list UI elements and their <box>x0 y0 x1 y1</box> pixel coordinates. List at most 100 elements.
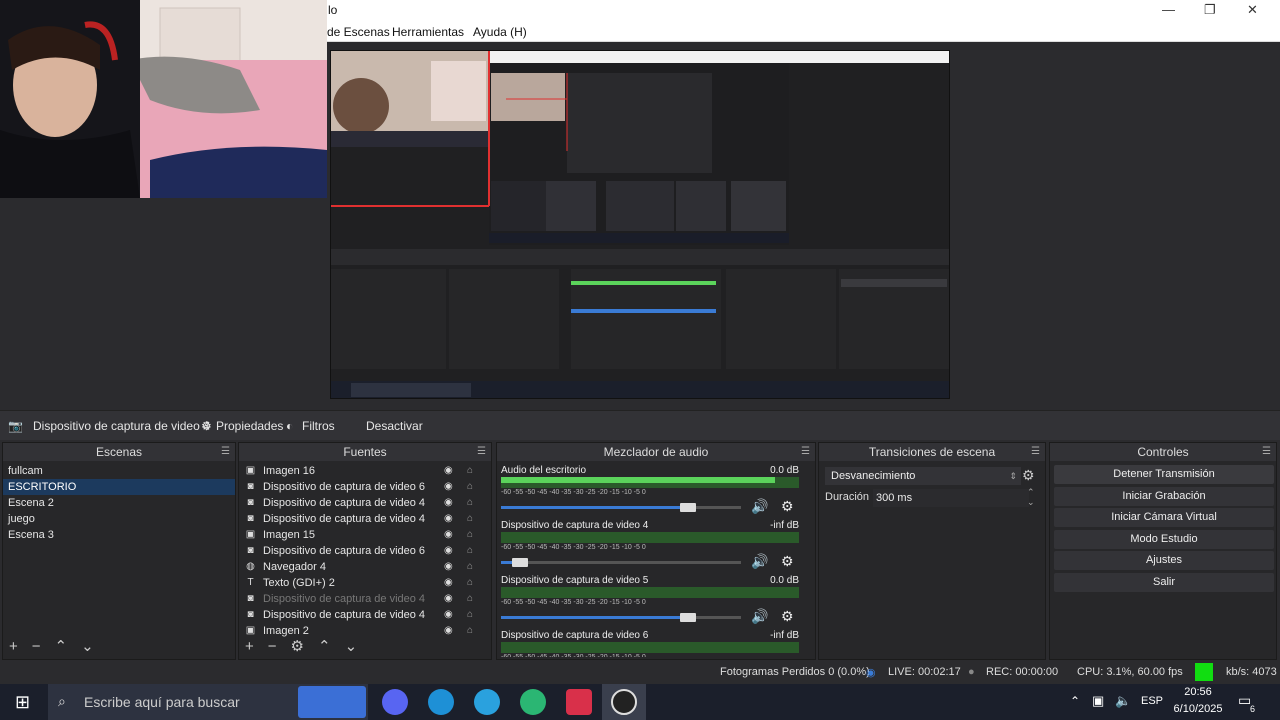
source-item[interactable]: ◙ Dispositivo de captura de video 4 ◉ ⌂ <box>239 607 491 623</box>
studio-mode-button[interactable]: Modo Estudio <box>1054 530 1274 549</box>
source-item[interactable]: ▣ Imagen 16 ◉ ⌂ <box>239 463 491 479</box>
source-item[interactable]: ◙ Dispositivo de captura de video 4 ◉ ⌂ <box>239 495 491 511</box>
scenes-toolbar: + − ⌃ ⌄ <box>9 637 108 655</box>
source-item[interactable]: T Texto (GDI+) 2 ◉ ⌂ <box>239 575 491 591</box>
add-icon[interactable]: + <box>245 638 254 655</box>
dock-menu-icon[interactable]: ☰ <box>801 443 810 461</box>
dock-menu-icon[interactable]: ☰ <box>1031 443 1040 461</box>
deactivate-button[interactable]: Desactivar <box>366 419 423 433</box>
channel-name: Audio del escritorio <box>501 465 587 476</box>
eye-icon[interactable]: ◉ <box>444 527 453 543</box>
dock-menu-icon[interactable]: ☰ <box>477 443 486 461</box>
telegram-icon[interactable] <box>474 689 500 715</box>
eye-icon[interactable]: ◉ <box>444 479 453 495</box>
scene-item[interactable]: Escena 3 <box>3 527 235 543</box>
edge-icon[interactable] <box>428 689 454 715</box>
app-red-icon[interactable] <box>566 689 592 715</box>
start-virtual-camera-button[interactable]: Iniciar Cámara Virtual <box>1054 508 1274 527</box>
exit-button[interactable]: Salir <box>1054 573 1274 592</box>
remove-icon[interactable]: − <box>268 638 277 655</box>
properties-button[interactable]: Propiedades <box>216 419 283 433</box>
lock-icon[interactable]: ⌂ <box>467 511 473 527</box>
chevron-up-icon[interactable]: ⌃ <box>1070 694 1080 708</box>
menu-item-scenes[interactable]: de Escenas <box>327 25 390 39</box>
down-icon[interactable]: ⌄ <box>81 638 94 655</box>
speaker-icon[interactable]: 🔊 <box>751 498 768 515</box>
source-item[interactable]: ◙ Dispositivo de captura de video 6 ◉ ⌂ <box>239 543 491 559</box>
volume-slider-knob[interactable] <box>512 558 529 567</box>
volume-slider[interactable] <box>501 503 741 512</box>
dock-menu-icon[interactable]: ☰ <box>1262 443 1271 461</box>
lock-icon[interactable]: ⌂ <box>467 463 473 479</box>
gear-icon[interactable]: ⚙ <box>1022 467 1035 484</box>
gear-icon[interactable]: ⚙ <box>781 608 794 625</box>
lock-icon[interactable]: ⌂ <box>467 575 473 591</box>
windows-start-icon[interactable]: ⊞ <box>15 692 30 713</box>
scene-item[interactable]: fullcam <box>3 463 235 479</box>
source-item[interactable]: ◙ Dispositivo de captura de video 4 ◉ ⌂ <box>239 511 491 527</box>
up-icon[interactable]: ⌃ <box>318 638 331 655</box>
network-icon[interactable]: ▣ <box>1092 693 1104 709</box>
menu-item-help[interactable]: Ayuda (H) <box>473 25 527 39</box>
down-icon[interactable]: ⌄ <box>345 638 358 655</box>
speaker-icon[interactable]: 🔊 <box>751 608 768 625</box>
edge-dev-icon[interactable] <box>520 689 546 715</box>
volume-slider-knob[interactable] <box>680 503 697 512</box>
source-item[interactable]: ◙ Dispositivo de captura de video 4 ◉ ⌂ <box>239 591 491 607</box>
lock-icon[interactable]: ⌂ <box>467 495 473 511</box>
eye-icon[interactable]: ◉ <box>444 591 453 607</box>
spinner-icon[interactable]: ⌃ ⌄ <box>1027 487 1035 507</box>
source-item[interactable]: ◙ Dispositivo de captura de video 6 ◉ ⌂ <box>239 479 491 495</box>
lock-icon[interactable]: ⌂ <box>467 623 473 639</box>
start-recording-button[interactable]: Iniciar Grabación <box>1054 487 1274 506</box>
menu-item-tools[interactable]: Herramientas <box>392 25 464 39</box>
volume-icon[interactable]: 🔈 <box>1115 693 1131 709</box>
discord-icon[interactable] <box>382 689 408 715</box>
remove-icon[interactable]: − <box>32 638 41 655</box>
gear-icon[interactable]: ⚙ <box>291 638 304 655</box>
eye-icon[interactable]: ◉ <box>444 511 453 527</box>
lock-icon[interactable]: ⌂ <box>467 559 473 575</box>
eye-icon[interactable]: ◉ <box>444 623 453 639</box>
language-indicator[interactable]: ESP <box>1141 695 1163 707</box>
lock-icon[interactable]: ⌂ <box>467 607 473 623</box>
source-name: Texto (GDI+) 2 <box>263 577 335 589</box>
clock-date[interactable]: 6/10/2025 <box>1168 703 1228 715</box>
speaker-icon[interactable]: 🔊 <box>751 553 768 570</box>
scene-item[interactable]: juego <box>3 511 235 527</box>
stop-streaming-button[interactable]: Detener Transmisión <box>1054 465 1274 484</box>
lock-icon[interactable]: ⌂ <box>467 527 473 543</box>
lock-icon[interactable]: ⌂ <box>467 543 473 559</box>
eye-icon[interactable]: ◉ <box>444 607 453 623</box>
settings-button[interactable]: Ajustes <box>1054 551 1274 570</box>
volume-slider[interactable] <box>501 558 741 567</box>
gear-icon[interactable]: ⚙ <box>781 498 794 515</box>
maximize-button[interactable]: ❐ <box>1204 2 1216 18</box>
minimize-button[interactable]: — <box>1162 2 1175 17</box>
dock-menu-icon[interactable]: ☰ <box>221 443 230 461</box>
close-button[interactable]: ✕ <box>1247 2 1258 18</box>
lock-icon[interactable]: ⌂ <box>467 591 473 607</box>
obs-taskbar-active[interactable] <box>602 684 646 720</box>
eye-icon[interactable]: ◉ <box>444 575 453 591</box>
up-icon[interactable]: ⌃ <box>55 638 68 655</box>
duration-input[interactable]: 300 ms <box>873 489 1029 507</box>
volume-slider-knob[interactable] <box>680 613 697 622</box>
volume-slider[interactable] <box>501 613 741 622</box>
preview-canvas[interactable] <box>330 50 950 399</box>
eye-icon[interactable]: ◉ <box>444 559 453 575</box>
transition-select[interactable]: Desvanecimiento ⇕ <box>825 467 1021 485</box>
eye-icon[interactable]: ◉ <box>444 543 453 559</box>
eye-icon[interactable]: ◉ <box>444 495 453 511</box>
gear-icon[interactable]: ⚙ <box>781 553 794 570</box>
source-item[interactable]: ▣ Imagen 15 ◉ ⌂ <box>239 527 491 543</box>
taskbar-search[interactable]: ⌕ Escribe aquí para buscar <box>48 684 368 720</box>
eye-icon[interactable]: ◉ <box>444 463 453 479</box>
scene-item-selected[interactable]: ESCRITORIO <box>3 479 235 495</box>
clock-time[interactable]: 20:56 <box>1172 686 1224 698</box>
lock-icon[interactable]: ⌂ <box>467 479 473 495</box>
scene-item[interactable]: Escena 2 <box>3 495 235 511</box>
filters-button[interactable]: Filtros <box>302 419 335 433</box>
source-item[interactable]: ◍ Navegador 4 ◉ ⌂ <box>239 559 491 575</box>
add-icon[interactable]: + <box>9 638 18 655</box>
